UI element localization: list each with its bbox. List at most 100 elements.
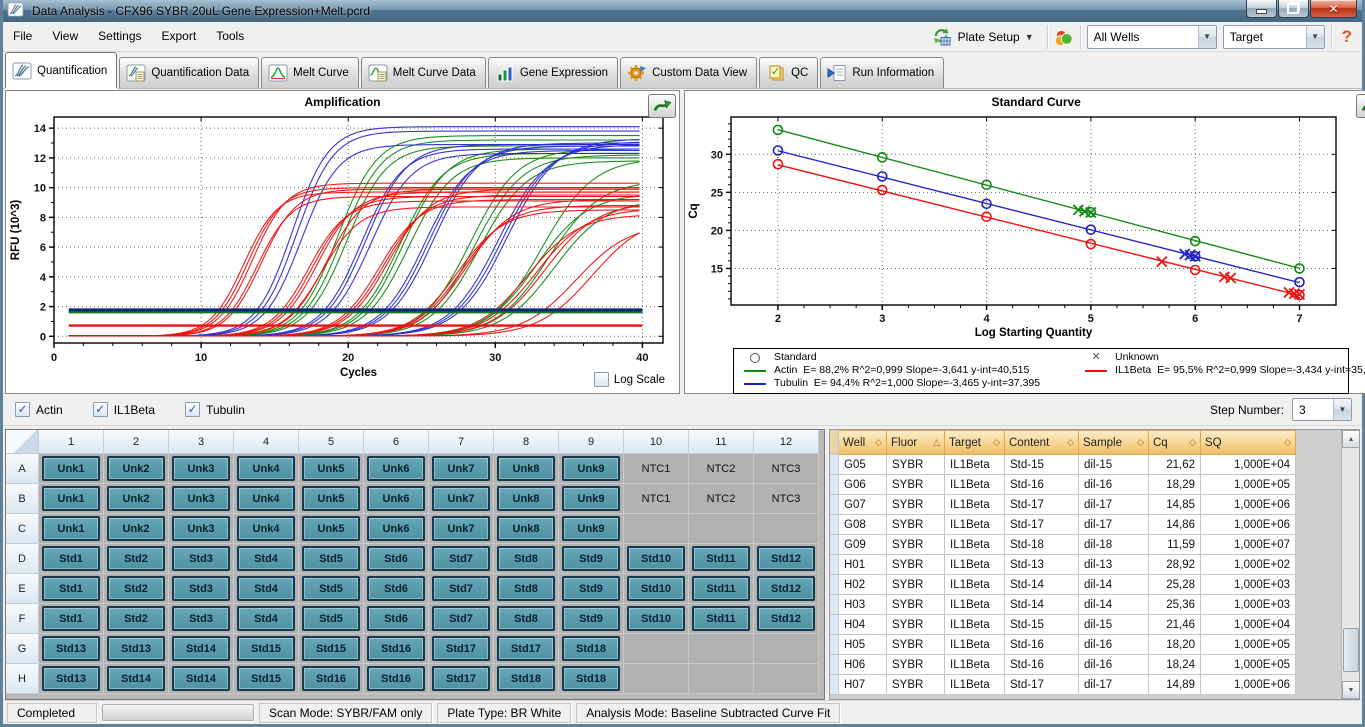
row-selector[interactable]	[830, 475, 839, 495]
plate-well-C10[interactable]	[624, 514, 689, 544]
plate-well-D6[interactable]: Std6	[364, 544, 429, 574]
cell-well[interactable]: G06	[839, 475, 887, 495]
help-button[interactable]: ?	[1338, 27, 1356, 47]
plate-well-F10[interactable]: Std10	[624, 604, 689, 634]
plate-col-header[interactable]: 1	[39, 430, 104, 454]
plate-col-header[interactable]: 8	[494, 430, 559, 454]
cell-cq[interactable]: 28,92	[1149, 555, 1201, 575]
cell-cq[interactable]: 21,62	[1149, 455, 1201, 475]
plate-well-A9[interactable]: Unk9	[559, 454, 624, 484]
plate-well-E3[interactable]: Std3	[169, 574, 234, 604]
cell-target[interactable]: IL1Beta	[945, 495, 1005, 515]
wells-select[interactable]: All Wells ▼	[1087, 25, 1217, 49]
table-row-H02[interactable]: H02SYBRIL1BetaStd-14dil-1425,281,000E+03	[830, 575, 1296, 595]
row-selector[interactable]	[830, 535, 839, 555]
cell-content[interactable]: Std-17	[1005, 495, 1079, 515]
cell-cq[interactable]: 11,59	[1149, 535, 1201, 555]
plate-well-A10[interactable]: NTC1	[624, 454, 689, 484]
cell-content[interactable]: Std-17	[1005, 675, 1079, 695]
plate-well-F11[interactable]: Std11	[689, 604, 754, 634]
plate-well-H4[interactable]: Std15	[234, 664, 299, 694]
plate-well-D9[interactable]: Std9	[559, 544, 624, 574]
plate-well-C2[interactable]: Unk2	[104, 514, 169, 544]
cell-well[interactable]: H05	[839, 635, 887, 655]
column-header-sq[interactable]: SQ◇	[1201, 430, 1296, 455]
plate-well-D2[interactable]: Std2	[104, 544, 169, 574]
row-selector[interactable]	[830, 495, 839, 515]
table-row-G05[interactable]: G05SYBRIL1BetaStd-15dil-1521,621,000E+04	[830, 455, 1296, 475]
plate-well-D1[interactable]: Std1	[39, 544, 104, 574]
plate-well-G8[interactable]: Std17	[494, 634, 559, 664]
cell-cq[interactable]: 25,28	[1149, 575, 1201, 595]
plate-well-F2[interactable]: Std2	[104, 604, 169, 634]
cell-well[interactable]: G09	[839, 535, 887, 555]
plate-well-E7[interactable]: Std7	[429, 574, 494, 604]
cell-content[interactable]: Std-16	[1005, 475, 1079, 495]
cell-content[interactable]: Std-16	[1005, 635, 1079, 655]
plate-well-C3[interactable]: Unk3	[169, 514, 234, 544]
cell-well[interactable]: H04	[839, 615, 887, 635]
plate-col-header[interactable]: 5	[299, 430, 364, 454]
cell-well[interactable]: H06	[839, 655, 887, 675]
cell-cq[interactable]: 25,36	[1149, 595, 1201, 615]
cell-target[interactable]: IL1Beta	[945, 675, 1005, 695]
amplification-chart[interactable]: 02468101214010203040CyclesRFU (10^3)	[6, 111, 679, 383]
plate-well-A12[interactable]: NTC3	[754, 454, 819, 484]
cell-sq[interactable]: 1,000E+04	[1201, 455, 1296, 475]
cell-fluor[interactable]: SYBR	[887, 615, 945, 635]
target-checkbox-tubulin[interactable]: ✓Tubulin	[185, 402, 245, 417]
plate-well-E2[interactable]: Std2	[104, 574, 169, 604]
table-scrollbar[interactable]: ▲ ▼	[1341, 430, 1359, 699]
tab-run-information[interactable]: Run Information	[820, 57, 944, 88]
table-row-G07[interactable]: G07SYBRIL1BetaStd-17dil-1714,851,000E+06	[830, 495, 1296, 515]
plate-well-B1[interactable]: Unk1	[39, 484, 104, 514]
cell-well[interactable]: G08	[839, 515, 887, 535]
restore-button[interactable]	[1278, 0, 1309, 18]
cell-sq[interactable]: 1,000E+03	[1201, 595, 1296, 615]
cell-sq[interactable]: 1,000E+05	[1201, 475, 1296, 495]
cell-well[interactable]: G07	[839, 495, 887, 515]
plate-well-F3[interactable]: Std3	[169, 604, 234, 634]
table-row-H07[interactable]: H07SYBRIL1BetaStd-17dil-1714,891,000E+06	[830, 675, 1296, 695]
cell-content[interactable]: Std-17	[1005, 515, 1079, 535]
plate-well-F1[interactable]: Std1	[39, 604, 104, 634]
cell-target[interactable]: IL1Beta	[945, 475, 1005, 495]
plate-well-F7[interactable]: Std7	[429, 604, 494, 634]
plate-well-C5[interactable]: Unk5	[299, 514, 364, 544]
standard-curve-chart[interactable]: 15202530234567Log Starting QuantityCq	[685, 111, 1356, 343]
menu-item-tools[interactable]: Tools	[206, 24, 254, 48]
plate-well-A11[interactable]: NTC2	[689, 454, 754, 484]
cell-fluor[interactable]: SYBR	[887, 575, 945, 595]
cell-sample[interactable]: dil-17	[1079, 495, 1149, 515]
plate-well-H9[interactable]: Std18	[559, 664, 624, 694]
cell-target[interactable]: IL1Beta	[945, 635, 1005, 655]
column-header-cq[interactable]: Cq◇	[1149, 430, 1201, 455]
cell-target[interactable]: IL1Beta	[945, 515, 1005, 535]
row-selector[interactable]	[830, 575, 839, 595]
plate-well-G10[interactable]	[624, 634, 689, 664]
cell-content[interactable]: Std-13	[1005, 555, 1079, 575]
plate-well-G3[interactable]: Std14	[169, 634, 234, 664]
plate-well-E8[interactable]: Std8	[494, 574, 559, 604]
cell-cq[interactable]: 14,89	[1149, 675, 1201, 695]
table-row-G08[interactable]: G08SYBRIL1BetaStd-17dil-1714,861,000E+06	[830, 515, 1296, 535]
plate-col-header[interactable]: 11	[689, 430, 754, 454]
row-selector[interactable]	[830, 655, 839, 675]
plate-well-C9[interactable]: Unk9	[559, 514, 624, 544]
plate-well-C8[interactable]: Unk8	[494, 514, 559, 544]
tab-custom-data-view[interactable]: Custom Data View	[620, 57, 757, 88]
plate-well-G2[interactable]: Std13	[104, 634, 169, 664]
plate-well-B4[interactable]: Unk4	[234, 484, 299, 514]
cell-target[interactable]: IL1Beta	[945, 655, 1005, 675]
plate-corner[interactable]	[6, 430, 39, 454]
cell-fluor[interactable]: SYBR	[887, 635, 945, 655]
tab-quantification[interactable]: Quantification	[5, 52, 117, 88]
plate-well-B6[interactable]: Unk6	[364, 484, 429, 514]
plate-well-B7[interactable]: Unk7	[429, 484, 494, 514]
column-header-fluor[interactable]: Fluor△	[887, 430, 945, 455]
plate-well-A8[interactable]: Unk8	[494, 454, 559, 484]
scroll-down-button[interactable]: ▼	[1342, 681, 1360, 699]
plate-well-D11[interactable]: Std11	[689, 544, 754, 574]
plate-well-G12[interactable]	[754, 634, 819, 664]
cell-target[interactable]: IL1Beta	[945, 615, 1005, 635]
